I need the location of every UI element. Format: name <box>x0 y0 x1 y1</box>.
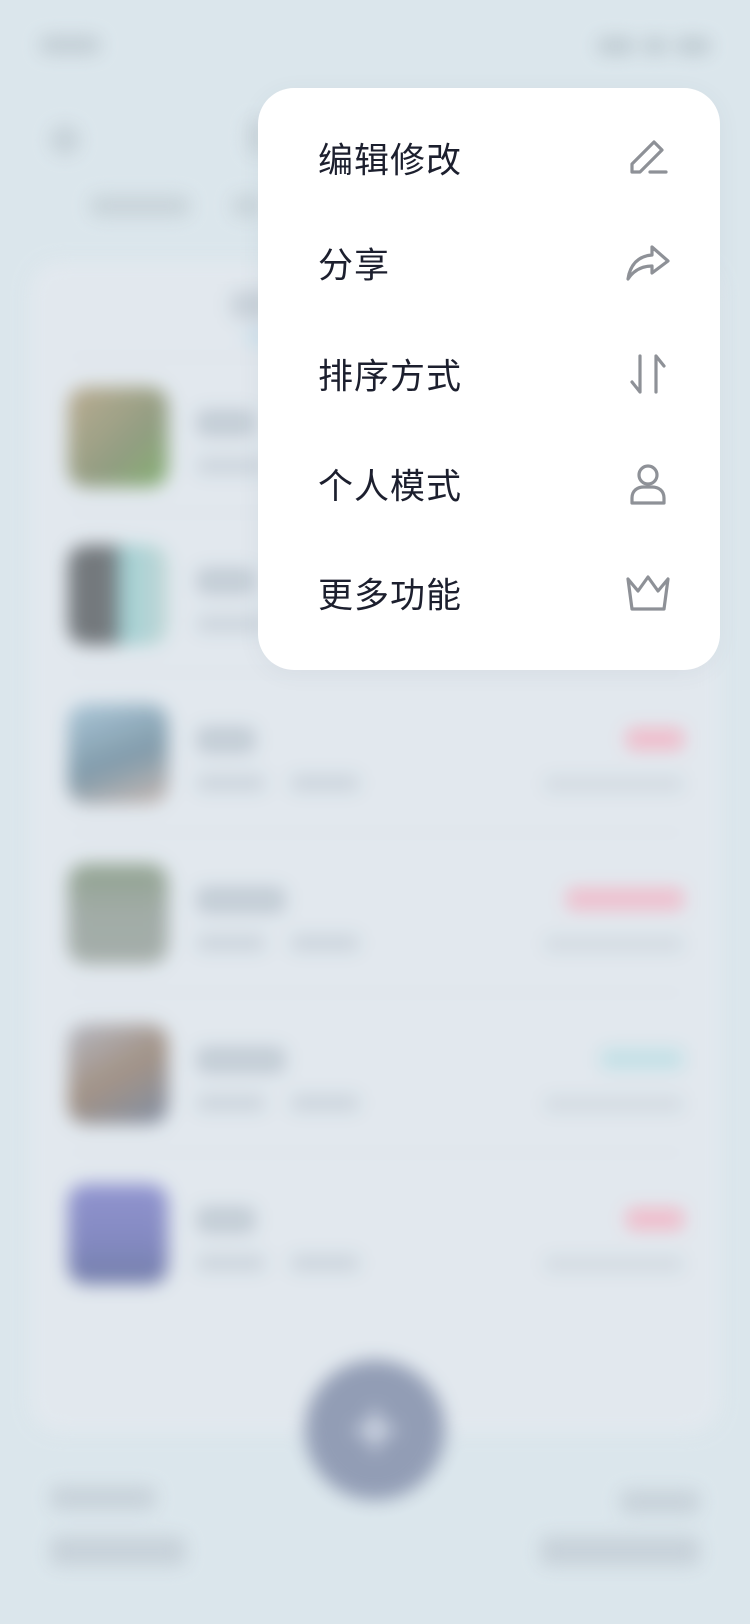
divider <box>68 672 684 673</box>
menu-item-label: 更多功能 <box>318 576 463 617</box>
item-meta <box>196 1094 266 1112</box>
list-item[interactable] <box>68 1184 684 1294</box>
item-meta <box>196 934 266 952</box>
item-meta <box>290 1254 360 1272</box>
item-thumbnail <box>68 1184 168 1284</box>
item-thumbnail <box>68 704 168 804</box>
footer-right-label <box>620 1490 700 1514</box>
list-item[interactable] <box>68 1024 684 1134</box>
status-bar <box>40 30 710 60</box>
item-date <box>544 1256 684 1272</box>
item-thumbnail <box>68 864 168 964</box>
item-meta <box>196 774 266 792</box>
list-item[interactable] <box>68 704 684 814</box>
pencil-icon <box>624 134 672 182</box>
item-title <box>196 1046 286 1074</box>
item-thumbnail <box>68 1024 168 1124</box>
item-thumbnail <box>68 387 168 487</box>
divider <box>68 1152 684 1153</box>
footer-left-value <box>50 1536 186 1566</box>
back-icon[interactable] <box>50 125 80 155</box>
item-title <box>196 726 256 754</box>
list-item[interactable] <box>68 864 684 974</box>
add-button[interactable] <box>305 1360 445 1500</box>
status-icons <box>590 38 710 54</box>
item-title <box>196 567 256 595</box>
sort-arrows-icon <box>624 350 672 398</box>
item-meta <box>290 934 360 952</box>
menu-item-label: 编辑修改 <box>318 141 463 182</box>
status-badge <box>626 1208 684 1230</box>
footer-right-value <box>540 1536 700 1566</box>
item-meta <box>290 1094 360 1112</box>
menu-item-more-features[interactable]: 更多功能 <box>258 543 720 643</box>
menu-item-edit[interactable]: 编辑修改 <box>258 108 720 208</box>
share-arrow-icon <box>624 239 672 287</box>
menu-item-label: 个人模式 <box>318 467 463 508</box>
item-date <box>544 1096 684 1112</box>
status-badge <box>626 728 684 750</box>
menu-item-personal-mode[interactable]: 个人模式 <box>258 434 720 534</box>
crown-icon <box>624 569 672 617</box>
divider <box>68 832 684 833</box>
popup-menu: 编辑修改 分享 排序方式 个人模式 更多功能 <box>258 88 720 670</box>
item-meta <box>196 1254 266 1272</box>
divider <box>68 992 684 993</box>
status-badge <box>566 888 684 910</box>
item-thumbnail <box>68 545 168 645</box>
status-badge <box>600 1048 684 1070</box>
person-icon <box>624 460 672 508</box>
menu-item-label: 排序方式 <box>318 357 463 398</box>
item-date <box>544 936 684 952</box>
item-date <box>544 776 684 792</box>
menu-item-sort[interactable]: 排序方式 <box>258 324 720 424</box>
item-meta <box>196 615 266 633</box>
item-title <box>196 886 286 914</box>
item-title <box>196 409 256 437</box>
menu-item-label: 分享 <box>318 246 391 287</box>
footer-left-label <box>50 1486 156 1510</box>
status-time <box>40 36 100 54</box>
item-title <box>196 1206 256 1234</box>
menu-item-share[interactable]: 分享 <box>258 213 720 313</box>
item-meta <box>196 457 266 475</box>
header-subtitle <box>90 195 190 217</box>
item-meta <box>290 774 360 792</box>
